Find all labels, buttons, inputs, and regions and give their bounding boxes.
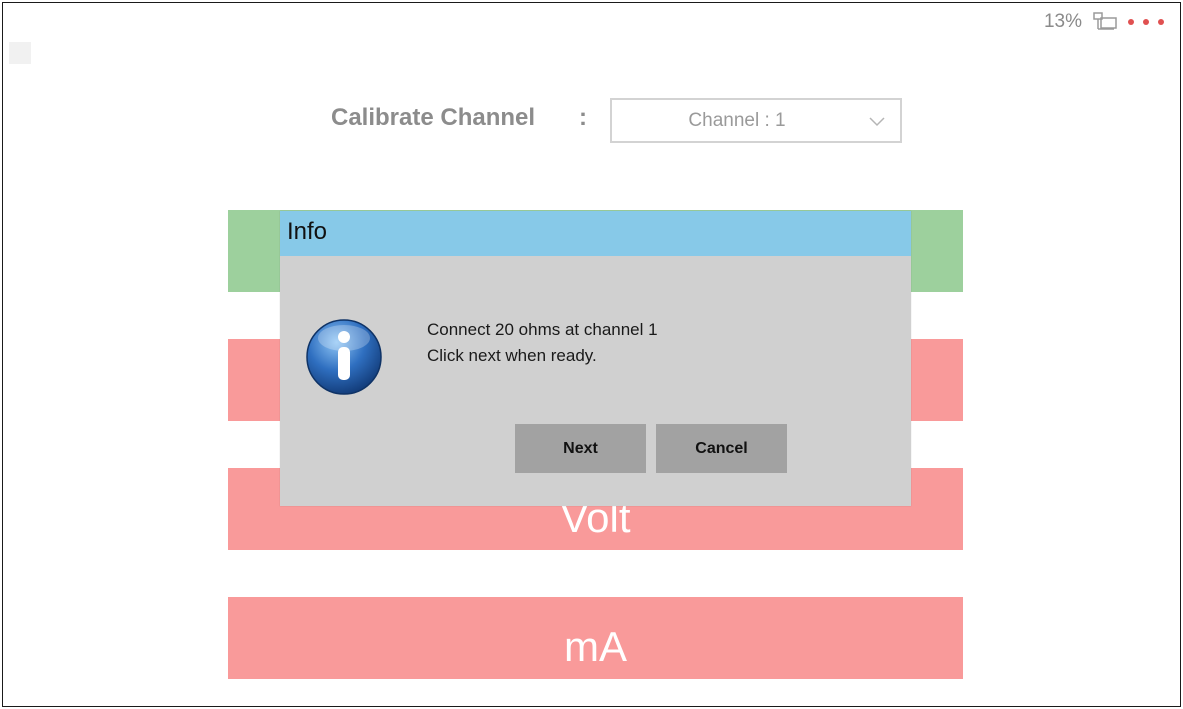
info-dialog: Info Connect 20 ohms at channel 1 Click … (280, 211, 911, 506)
status-area: 13% (1044, 11, 1164, 33)
corner-square (9, 42, 31, 64)
info-icon (306, 319, 382, 395)
channel-select-value: Channel : 1 (688, 110, 786, 131)
dialog-message-line2: Click next when ready. (427, 346, 597, 365)
calibrate-channel-label: Calibrate Channel (331, 104, 536, 131)
channel-select[interactable]: Channel : 1 (610, 98, 902, 143)
dot (1143, 19, 1149, 25)
next-button[interactable]: Next (515, 424, 646, 473)
more-dots-icon[interactable] (1128, 19, 1164, 25)
dialog-message: Connect 20 ohms at channel 1 Click next … (427, 317, 658, 369)
dialog-message-line1: Connect 20 ohms at channel 1 (427, 320, 658, 339)
cancel-button[interactable]: Cancel (656, 424, 787, 473)
network-icon (1093, 12, 1117, 30)
app-window: 13% Calibrate Channel : Channel : 1 Volt… (2, 2, 1181, 707)
dot (1158, 19, 1164, 25)
dialog-title: Info (280, 211, 911, 256)
dot (1128, 19, 1134, 25)
chevron-down-icon (869, 117, 885, 127)
calibrate-colon: : (579, 104, 587, 131)
ma-button[interactable]: mA (228, 597, 963, 679)
battery-percent: 13% (1043, 11, 1082, 32)
